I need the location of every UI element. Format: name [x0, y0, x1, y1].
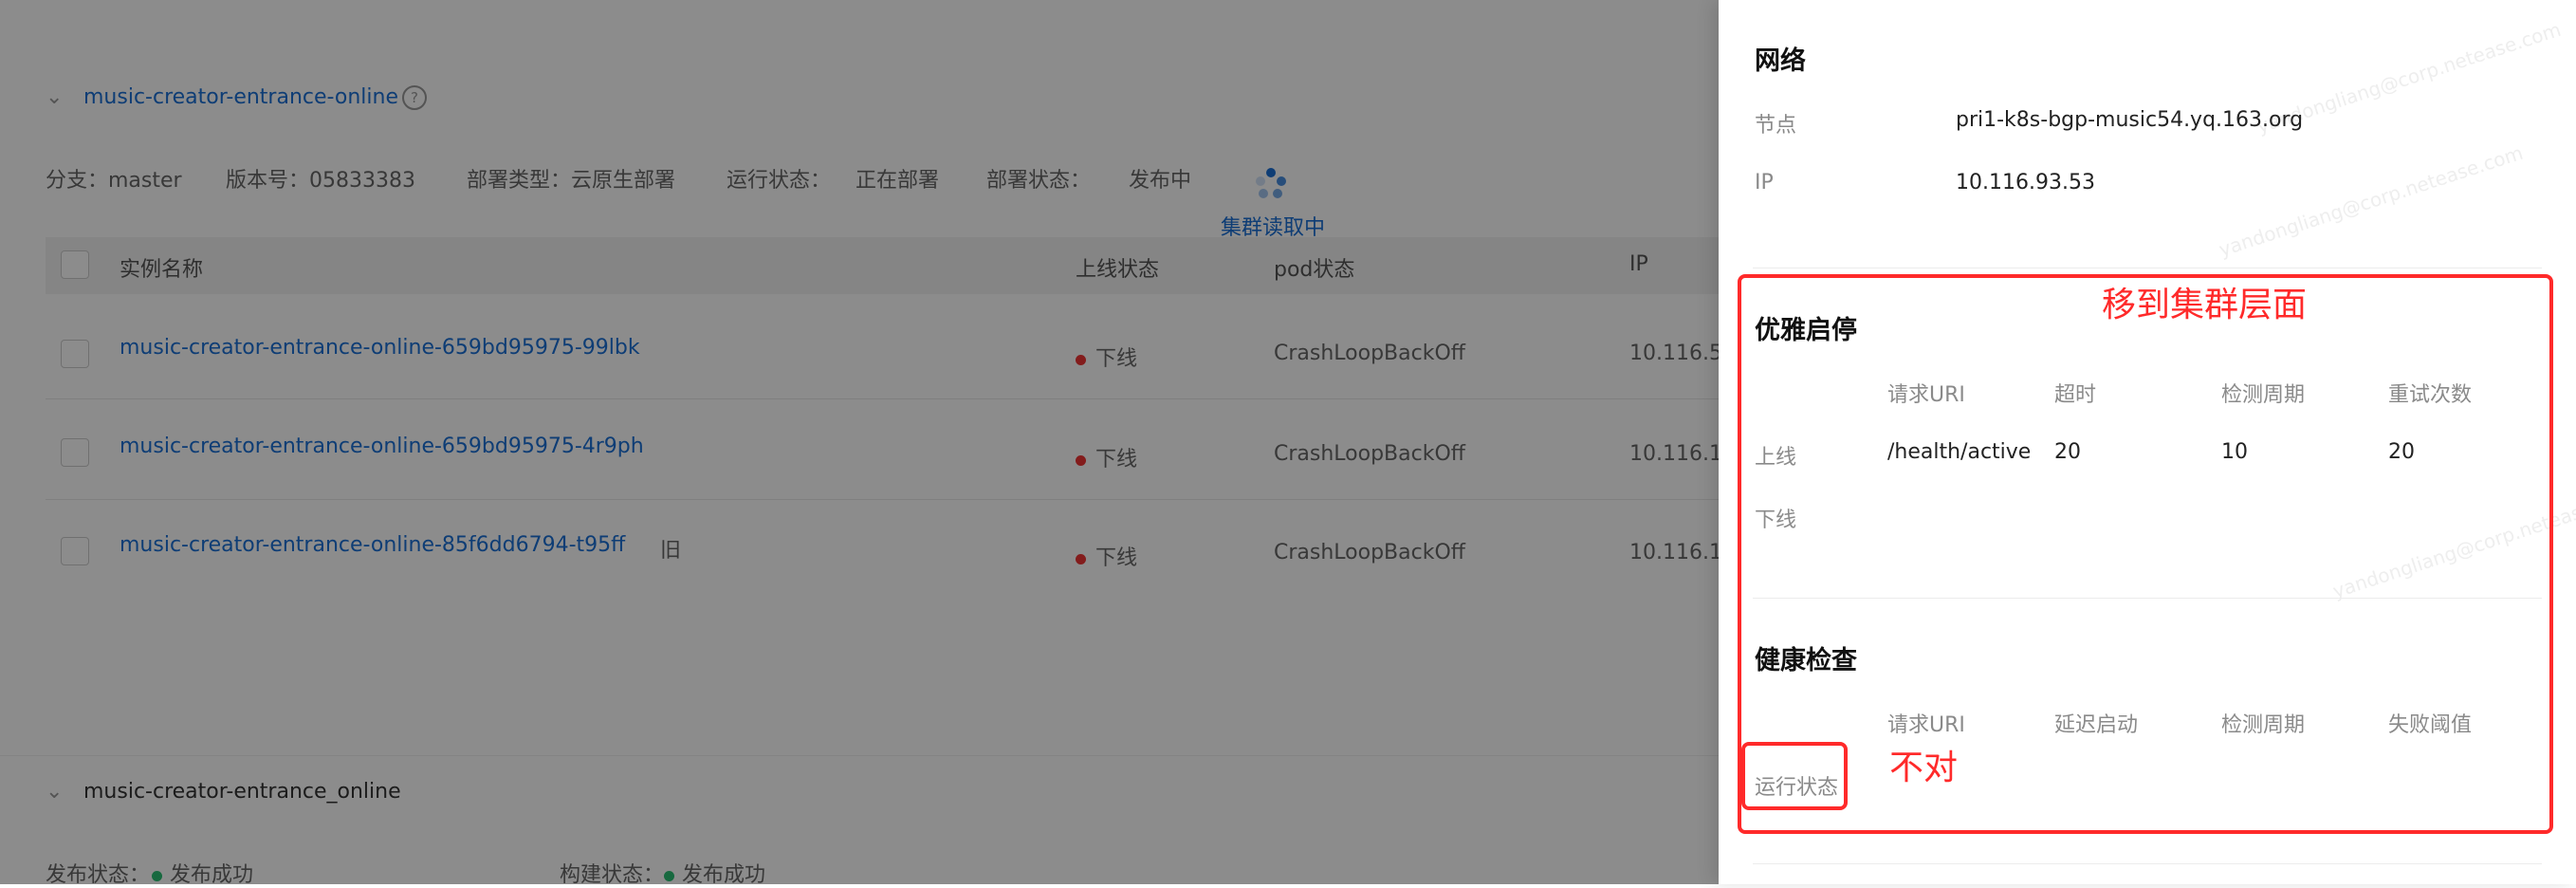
ip-label: IP [1755, 171, 1774, 194]
annotation-box-small [1741, 742, 1848, 810]
modal-mask[interactable] [0, 0, 1719, 884]
network-heading: 网络 [1755, 46, 1806, 76]
divider [1753, 863, 2542, 864]
watermark: yandongliang@corp.netease.com [2216, 140, 2526, 262]
annotation-move-to-cluster: 移到集群层面 [2102, 286, 2308, 324]
annotation-wrong: 不对 [1889, 749, 1959, 787]
ip-value: 10.116.93.53 [1956, 171, 2095, 194]
annotation-box-large [1738, 274, 2553, 834]
node-value: pri1-k8s-bgp-music54.yq.163.org [1956, 108, 2304, 132]
node-label: 节点 [1755, 114, 1797, 138]
instance-detail-drawer: yandongliang@corp.netease.com yandonglia… [1719, 0, 2576, 884]
